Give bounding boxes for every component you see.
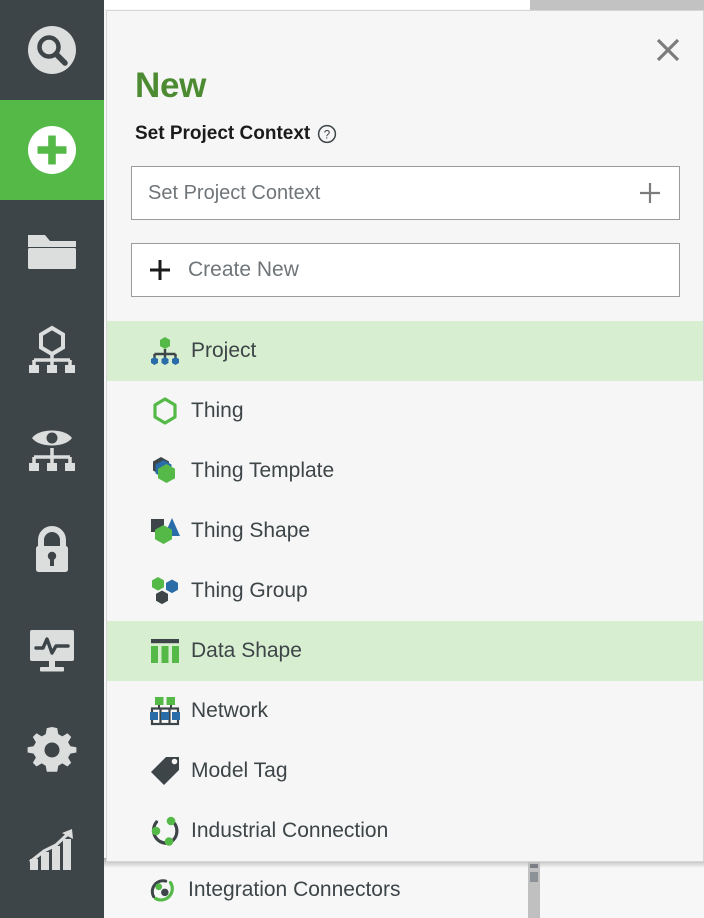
create-new-button[interactable]: Create New: [131, 243, 680, 297]
data-shape-icon: [147, 633, 183, 669]
eye-hierarchy-icon: [26, 425, 78, 475]
entity-type-list: Project Thing Thing Template Thing Shape…: [107, 321, 703, 861]
hierarchy-icon: [26, 325, 78, 375]
integration-connectors-icon: [144, 872, 180, 908]
model-tag-icon: [147, 753, 183, 789]
close-button[interactable]: [651, 33, 685, 67]
list-item-thing-shape[interactable]: Thing Shape: [107, 501, 703, 561]
list-item-industrial-connection[interactable]: Industrial Connection: [107, 801, 703, 861]
close-icon: [656, 38, 680, 62]
list-item-thing-template[interactable]: Thing Template: [107, 441, 703, 501]
thing-shape-icon: [147, 513, 183, 549]
sidebar-item-visualization[interactable]: [0, 400, 104, 500]
gear-icon: [27, 725, 77, 775]
search-icon: [25, 23, 79, 77]
list-item-model-tag[interactable]: Model Tag: [107, 741, 703, 801]
industrial-connection-icon: [147, 813, 183, 849]
list-item-label: Data Shape: [191, 639, 302, 662]
svg-text:?: ?: [324, 129, 330, 141]
sidebar-item-search[interactable]: [0, 0, 104, 100]
thing-template-icon: [147, 453, 183, 489]
set-project-context-input[interactable]: [148, 181, 637, 205]
question-circle-icon[interactable]: ?: [317, 124, 337, 144]
list-item-label: Integration Connectors: [188, 878, 401, 901]
network-icon: [147, 693, 183, 729]
plus-circle-icon: [25, 123, 79, 177]
sidebar-item-analytics[interactable]: [0, 800, 104, 900]
thing-icon: [147, 393, 183, 429]
list-item-data-shape[interactable]: Data Shape: [107, 621, 703, 681]
new-modal-dialog: New Set Project Context ? Create New: [106, 10, 704, 862]
list-item-label: Network: [191, 699, 269, 722]
plus-icon: [148, 258, 172, 282]
background-scrollbar-arrow[interactable]: [530, 864, 538, 868]
list-item-network[interactable]: Network: [107, 681, 703, 741]
plus-icon[interactable]: [637, 180, 663, 206]
list-item-label: Industrial Connection: [191, 819, 389, 842]
list-item-thing-group[interactable]: Thing Group: [107, 561, 703, 621]
monitor-pulse-icon: [26, 626, 78, 674]
background-scrollbar-thumb[interactable]: [530, 872, 538, 882]
page-title: New: [135, 66, 207, 106]
set-project-context-label-row: Set Project Context ?: [135, 123, 337, 145]
lock-icon: [29, 524, 75, 576]
sidebar-item-modeling[interactable]: [0, 300, 104, 400]
list-item-thing[interactable]: Thing: [107, 381, 703, 441]
sidebar-item-security[interactable]: [0, 500, 104, 600]
sidebar-item-new[interactable]: [0, 100, 104, 200]
sidebar-item-browse[interactable]: [0, 200, 104, 300]
folder-icon: [26, 227, 78, 273]
list-item-label: Thing Shape: [191, 519, 311, 542]
left-nav-rail: [0, 0, 104, 918]
chart-growth-icon: [26, 826, 78, 874]
sidebar-item-system[interactable]: [0, 700, 104, 800]
create-new-label: Create New: [188, 258, 299, 281]
background-list-item-integration-connectors[interactable]: Integration Connectors: [104, 862, 704, 918]
background-scrollbar-track[interactable]: [528, 862, 540, 918]
list-item-label: Thing: [191, 399, 244, 422]
list-item-label: Project: [191, 339, 257, 362]
list-item-label: Thing Template: [191, 459, 335, 482]
project-icon: [147, 333, 183, 369]
thing-group-icon: [147, 573, 183, 609]
list-item-label: Model Tag: [191, 759, 288, 782]
set-project-context-field[interactable]: [131, 166, 680, 220]
sidebar-item-monitoring[interactable]: [0, 600, 104, 700]
list-item-label: Thing Group: [191, 579, 308, 602]
list-item-project[interactable]: Project: [107, 321, 703, 381]
field-label: Set Project Context: [135, 123, 311, 144]
